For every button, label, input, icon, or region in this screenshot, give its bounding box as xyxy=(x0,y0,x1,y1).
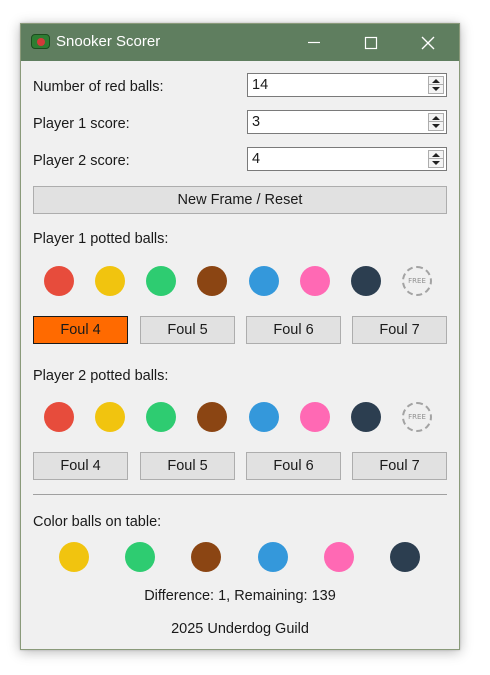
close-button[interactable] xyxy=(405,24,451,61)
minimize-icon xyxy=(308,41,320,44)
increment-arrow-icon[interactable] xyxy=(429,77,443,85)
increment-arrow-icon[interactable] xyxy=(429,151,443,159)
score-status-text: Difference: 1, Remaining: 139 xyxy=(144,588,336,604)
decrement-arrow-icon[interactable] xyxy=(429,85,443,93)
red-balls-spinbox[interactable]: 14 xyxy=(247,73,447,97)
free-ball-label: FREE xyxy=(408,413,426,421)
player2-red-ball-button[interactable] xyxy=(44,402,74,432)
player2-brown-ball-button[interactable] xyxy=(197,402,227,432)
decrement-arrow-icon[interactable] xyxy=(429,122,443,130)
decrement-arrow-icon[interactable] xyxy=(429,159,443,167)
app-window: Snooker Scorer Number of red balls: 14 P… xyxy=(20,23,460,650)
player1-score-label: Player 1 score: xyxy=(33,116,130,132)
player2-yellow-ball-button[interactable] xyxy=(95,402,125,432)
footer-credit: 2025 Underdog Guild xyxy=(171,621,309,637)
player2-score-stepper[interactable] xyxy=(428,150,444,168)
player1-free-ball-button[interactable]: FREE xyxy=(402,266,432,296)
player1-foul-7-button[interactable]: Foul 7 xyxy=(352,316,447,344)
player1-yellow-ball-button[interactable] xyxy=(95,266,125,296)
table-black-ball xyxy=(390,542,420,572)
free-ball-label: FREE xyxy=(408,277,426,285)
player1-brown-ball-button[interactable] xyxy=(197,266,227,296)
player2-score-spinbox[interactable]: 4 xyxy=(247,147,447,171)
player2-black-ball-button[interactable] xyxy=(351,402,381,432)
table-yellow-ball xyxy=(59,542,89,572)
player1-foul-4-button[interactable]: Foul 4 xyxy=(33,316,128,344)
player1-foul-6-button[interactable]: Foul 6 xyxy=(246,316,341,344)
player2-green-ball-button[interactable] xyxy=(146,402,176,432)
table-green-ball xyxy=(125,542,155,572)
player2-foul-7-button[interactable]: Foul 7 xyxy=(352,452,447,480)
player2-score-value[interactable]: 4 xyxy=(252,150,260,168)
close-icon xyxy=(421,36,435,50)
snooker-table-icon xyxy=(31,34,50,49)
red-balls-stepper[interactable] xyxy=(428,76,444,94)
table-pink-ball xyxy=(324,542,354,572)
player1-red-ball-button[interactable] xyxy=(44,266,74,296)
table-blue-ball xyxy=(258,542,288,572)
increment-arrow-icon[interactable] xyxy=(429,114,443,122)
player2-foul-5-button[interactable]: Foul 5 xyxy=(140,452,235,480)
player2-foul-6-button[interactable]: Foul 6 xyxy=(246,452,341,480)
player2-free-ball-button[interactable]: FREE xyxy=(402,402,432,432)
player1-score-value[interactable]: 3 xyxy=(252,113,260,131)
player2-potted-heading: Player 2 potted balls: xyxy=(33,368,169,384)
maximize-icon xyxy=(364,36,378,50)
table-balls-heading: Color balls on table: xyxy=(33,514,162,530)
title-bar[interactable]: Snooker Scorer xyxy=(21,24,459,61)
player1-score-stepper[interactable] xyxy=(428,113,444,131)
player2-blue-ball-button[interactable] xyxy=(249,402,279,432)
player1-score-spinbox[interactable]: 3 xyxy=(247,110,447,134)
player1-green-ball-button[interactable] xyxy=(146,266,176,296)
player2-pink-ball-button[interactable] xyxy=(300,402,330,432)
red-balls-label: Number of red balls: xyxy=(33,79,164,95)
new-frame-reset-button[interactable]: New Frame / Reset xyxy=(33,186,447,214)
minimize-button[interactable] xyxy=(291,24,337,61)
player2-foul-4-button[interactable]: Foul 4 xyxy=(33,452,128,480)
player1-blue-ball-button[interactable] xyxy=(249,266,279,296)
section-divider xyxy=(33,494,447,495)
player1-foul-5-button[interactable]: Foul 5 xyxy=(140,316,235,344)
window-title: Snooker Scorer xyxy=(56,33,161,50)
maximize-button[interactable] xyxy=(348,24,394,61)
player2-score-label: Player 2 score: xyxy=(33,153,130,169)
player1-black-ball-button[interactable] xyxy=(351,266,381,296)
player1-potted-heading: Player 1 potted balls: xyxy=(33,231,169,247)
player1-pink-ball-button[interactable] xyxy=(300,266,330,296)
red-balls-value[interactable]: 14 xyxy=(252,76,268,94)
table-brown-ball xyxy=(191,542,221,572)
